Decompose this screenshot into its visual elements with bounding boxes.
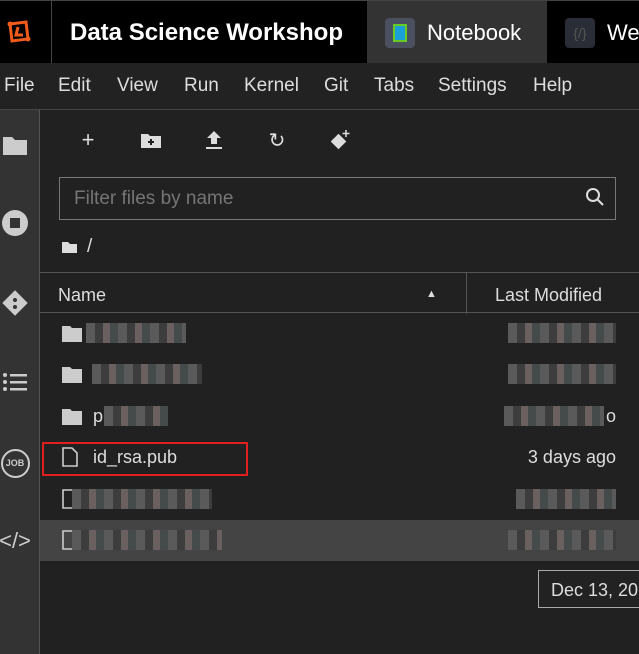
new-folder-icon[interactable]	[136, 128, 166, 152]
sort-ascending-icon[interactable]: ▲	[426, 288, 437, 300]
tab-notebook[interactable]: Notebook	[367, 1, 547, 64]
menu-kernel[interactable]: Kernel	[244, 75, 299, 97]
title-bar: Data Science Workshop Notebook {/} We	[0, 0, 639, 64]
file-row[interactable]	[40, 479, 639, 520]
refresh-icon[interactable]: ↻	[262, 128, 292, 152]
menu-view[interactable]: View	[117, 75, 158, 97]
file-row[interactable]: p o	[40, 396, 639, 437]
folder-icon	[62, 326, 82, 342]
redacted-date	[508, 323, 616, 343]
menu-run[interactable]: Run	[184, 75, 219, 97]
menu-bar: File Edit View Run Kernel Git Tabs Setti…	[0, 63, 639, 110]
tab-we[interactable]: {/} We	[547, 1, 639, 64]
folder-icon	[62, 409, 82, 425]
app-logo-icon	[7, 20, 31, 43]
menu-git[interactable]: Git	[324, 75, 348, 97]
redacted-date	[504, 406, 604, 426]
table-of-contents-icon[interactable]	[0, 367, 30, 397]
left-sidebar: JOB </>	[0, 110, 40, 654]
git-icon[interactable]	[0, 288, 30, 318]
redacted-date	[508, 364, 616, 384]
menu-tabs[interactable]: Tabs	[374, 75, 414, 97]
menu-file[interactable]: File	[4, 75, 35, 97]
folder-icon	[62, 367, 82, 383]
notebook-icon	[385, 17, 415, 48]
code-file-icon: {/}	[565, 17, 595, 48]
file-row[interactable]	[40, 313, 639, 354]
folder-icon[interactable]	[0, 130, 30, 160]
column-divider[interactable]	[466, 273, 467, 314]
folder-icon[interactable]	[62, 241, 77, 253]
breadcrumb: /	[62, 236, 92, 258]
menu-settings[interactable]: Settings	[438, 75, 507, 97]
app-title: Data Science Workshop	[70, 19, 343, 46]
menu-edit[interactable]: Edit	[58, 75, 91, 97]
file-row[interactable]	[40, 520, 639, 561]
file-modified: o	[605, 406, 616, 426]
redacted-name	[86, 323, 186, 343]
menu-help[interactable]: Help	[533, 75, 572, 97]
column-last-modified[interactable]: Last Modified	[495, 285, 602, 306]
git-clone-icon[interactable]	[325, 128, 355, 152]
redacted-date	[516, 489, 616, 509]
search-icon	[586, 188, 604, 206]
date-tooltip: Dec 13, 20	[538, 570, 639, 608]
code-icon[interactable]: </>	[0, 526, 31, 556]
tab-label: Notebook	[427, 19, 522, 45]
new-launcher-icon[interactable]: +	[73, 127, 103, 152]
tab-label: We	[607, 19, 639, 45]
redacted-date	[508, 530, 616, 550]
redacted-name	[104, 406, 168, 426]
breadcrumb-root[interactable]: /	[87, 236, 92, 258]
file-row[interactable]	[40, 354, 639, 395]
file-name: p	[93, 406, 104, 426]
file-modified: 3 days ago	[527, 447, 616, 467]
stop-icon[interactable]	[0, 208, 30, 238]
redacted-name	[72, 489, 212, 509]
redacted-name	[92, 364, 202, 384]
column-name[interactable]: Name	[58, 285, 106, 306]
divider	[51, 1, 52, 64]
highlight-box	[42, 442, 248, 476]
job-icon[interactable]: JOB	[0, 448, 30, 478]
file-list-header: Name ▲ Last Modified	[40, 272, 639, 314]
redacted-name	[72, 530, 222, 550]
filter-files-input[interactable]	[59, 177, 616, 220]
upload-icon[interactable]	[199, 128, 229, 152]
